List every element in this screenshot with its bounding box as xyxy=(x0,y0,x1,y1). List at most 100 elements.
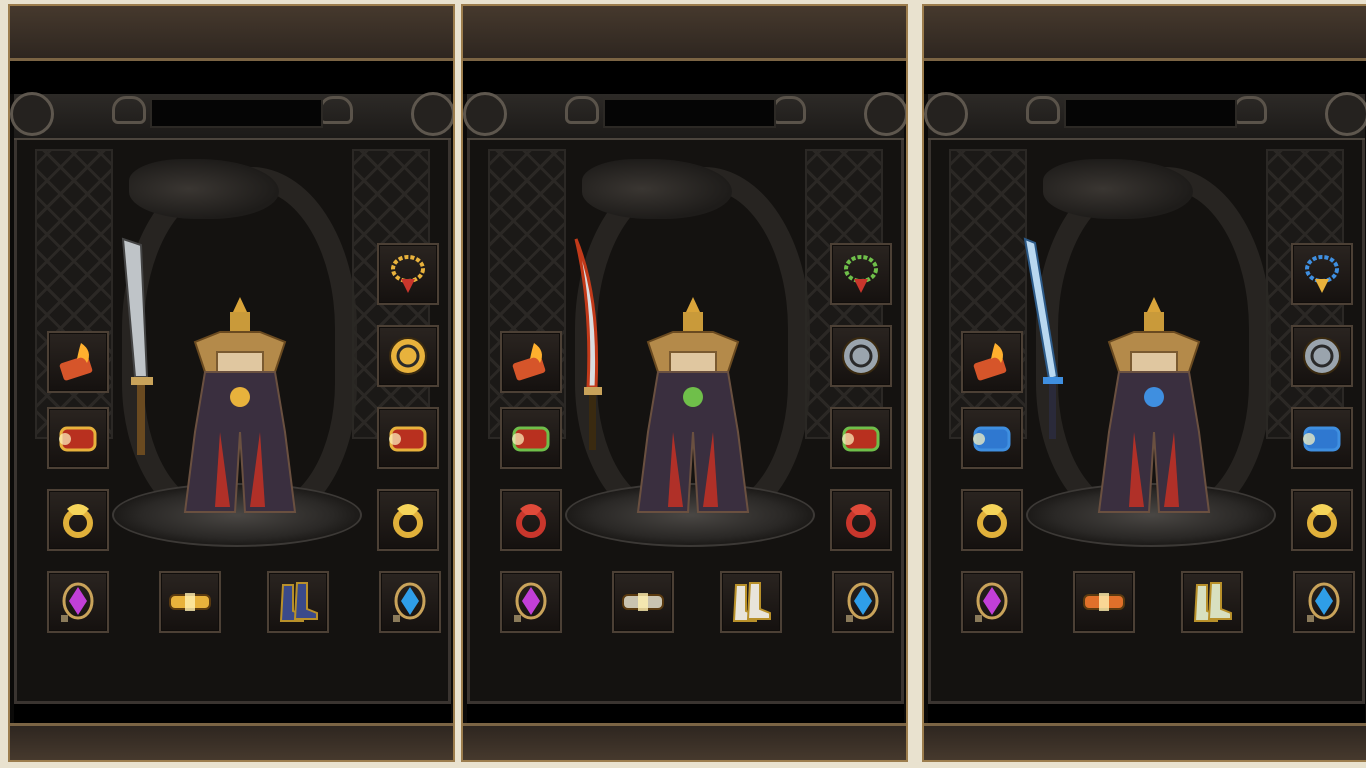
left-pillar xyxy=(488,149,566,439)
equip-slot-necklace[interactable] xyxy=(1291,243,1353,305)
left-pillar xyxy=(35,149,113,439)
frame-header xyxy=(10,92,453,140)
green-boots-icon xyxy=(1187,577,1237,627)
equip-slot-gem-left[interactable] xyxy=(961,571,1023,633)
gold-necklace-icon xyxy=(383,249,433,299)
scroll-ornament-icon xyxy=(772,96,806,124)
equip-slot-medal[interactable] xyxy=(830,325,892,387)
equipment-frame xyxy=(10,92,453,704)
equip-slot-belt[interactable] xyxy=(159,571,221,633)
left-pillar xyxy=(949,149,1027,439)
equip-slot-bracelet-right[interactable] xyxy=(377,407,439,469)
panel-title-bar xyxy=(463,6,906,61)
equip-slot-gem-right[interactable] xyxy=(1293,571,1355,633)
character-name-plate xyxy=(1064,98,1237,128)
silver-belt-icon xyxy=(618,577,668,627)
equip-slot-bracelet-left[interactable] xyxy=(47,407,109,469)
equip-slot-gem-left[interactable] xyxy=(500,571,562,633)
blue-gem-icon xyxy=(1299,577,1349,627)
equip-slot-belt[interactable] xyxy=(612,571,674,633)
blue-gem-icon xyxy=(838,577,888,627)
purple-gem-icon xyxy=(506,577,556,627)
equip-slot-ring-right[interactable] xyxy=(377,489,439,551)
panel-title-bar xyxy=(10,6,453,61)
equip-slot-ring-right[interactable] xyxy=(830,489,892,551)
blue-bracelet-icon xyxy=(1297,413,1347,463)
equip-slot-talisman[interactable] xyxy=(500,331,562,393)
fire-talisman-icon xyxy=(53,337,103,387)
blue-boots-icon xyxy=(273,577,323,627)
silver-medal-icon xyxy=(1297,331,1347,381)
equip-slot-boots[interactable] xyxy=(267,571,329,633)
panel-title-bar xyxy=(924,6,1366,61)
equip-slot-necklace[interactable] xyxy=(830,243,892,305)
green-necklace-icon xyxy=(836,249,886,299)
ornament-icon xyxy=(463,92,507,136)
equip-slot-ring-left[interactable] xyxy=(961,489,1023,551)
great-blade-icon xyxy=(117,237,163,457)
scroll-ornament-icon xyxy=(1026,96,1060,124)
scroll-ornament-icon xyxy=(1233,96,1267,124)
panel-footer-bar xyxy=(924,723,1366,760)
gold-ring-icon xyxy=(383,495,433,545)
divider xyxy=(10,61,453,94)
equip-slot-boots[interactable] xyxy=(1181,571,1243,633)
divider xyxy=(924,61,1366,94)
red-bracelet-icon xyxy=(506,413,556,463)
red-ring-icon xyxy=(836,495,886,545)
gold-ring-icon xyxy=(1297,495,1347,545)
ornament-icon xyxy=(924,92,968,136)
orange-belt-icon xyxy=(1079,577,1129,627)
equip-slot-bracelet-right[interactable] xyxy=(1291,407,1353,469)
panel-footer-bar xyxy=(463,723,906,760)
ornament-icon xyxy=(864,92,906,136)
character-name-plate xyxy=(150,98,323,128)
equip-slot-talisman[interactable] xyxy=(47,331,109,393)
gold-medal-icon xyxy=(383,331,433,381)
panel-footer-bar xyxy=(10,723,453,760)
character-avatar xyxy=(1089,292,1219,522)
frame-header xyxy=(924,92,1366,140)
equip-slot-bracelet-left[interactable] xyxy=(961,407,1023,469)
equip-slot-ring-right[interactable] xyxy=(1291,489,1353,551)
white-boots-icon xyxy=(726,577,776,627)
equip-slot-gem-right[interactable] xyxy=(832,571,894,633)
scroll-ornament-icon xyxy=(112,96,146,124)
ornament-icon xyxy=(1325,92,1366,136)
gold-ring-icon xyxy=(53,495,103,545)
equip-slot-necklace[interactable] xyxy=(377,243,439,305)
scroll-ornament-icon xyxy=(319,96,353,124)
equip-slot-medal[interactable] xyxy=(1291,325,1353,387)
purple-gem-icon xyxy=(967,577,1017,627)
equipment-frame xyxy=(463,92,906,704)
equip-slot-medal[interactable] xyxy=(377,325,439,387)
equip-slot-gem-left[interactable] xyxy=(47,571,109,633)
equip-slot-ring-left[interactable] xyxy=(500,489,562,551)
equip-slot-bracelet-left[interactable] xyxy=(500,407,562,469)
silver-medal-icon xyxy=(836,331,886,381)
blue-long-sword-icon xyxy=(1021,237,1067,457)
equipment-panel-2 xyxy=(461,4,908,762)
equip-slot-boots[interactable] xyxy=(720,571,782,633)
frame-header xyxy=(463,92,906,140)
equipment-panel-1 xyxy=(8,4,455,762)
ornament-icon xyxy=(411,92,453,136)
equip-slot-belt[interactable] xyxy=(1073,571,1135,633)
red-bracelet-icon xyxy=(836,413,886,463)
ornament-icon xyxy=(10,92,54,136)
equip-slot-ring-left[interactable] xyxy=(47,489,109,551)
character-avatar xyxy=(628,292,758,522)
equip-slot-talisman[interactable] xyxy=(961,331,1023,393)
blue-bracelet-icon xyxy=(967,413,1017,463)
equip-slot-bracelet-right[interactable] xyxy=(830,407,892,469)
gold-red-bracelet-icon xyxy=(383,413,433,463)
equip-slot-gem-right[interactable] xyxy=(379,571,441,633)
equipment-panel-3 xyxy=(922,4,1366,762)
gold-belt-icon xyxy=(165,577,215,627)
character-avatar xyxy=(175,292,305,522)
character-name-plate xyxy=(603,98,776,128)
fire-talisman-icon xyxy=(506,337,556,387)
purple-gem-icon xyxy=(53,577,103,627)
divider xyxy=(463,61,906,94)
fire-talisman-icon xyxy=(967,337,1017,387)
